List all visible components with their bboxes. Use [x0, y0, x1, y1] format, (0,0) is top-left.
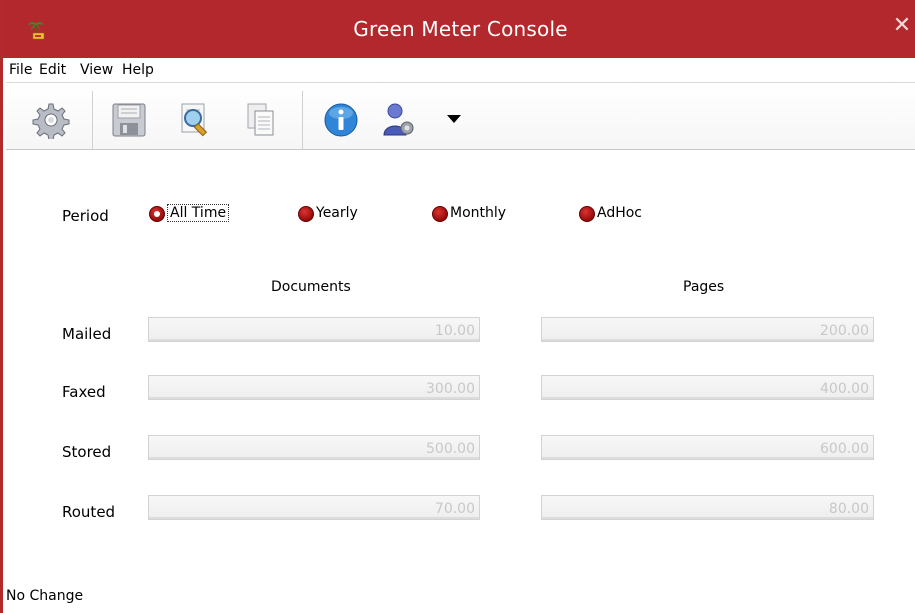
toolbar-separator [92, 91, 93, 149]
radio-icon [579, 206, 595, 222]
radio-selected-icon [149, 206, 165, 222]
radio-all-time-label: All Time [167, 204, 230, 222]
stored-pages-field: 600.00 [541, 435, 874, 460]
field-value: 400.00 [820, 381, 869, 397]
menu-view[interactable]: View [80, 62, 113, 78]
field-value: 200.00 [820, 323, 869, 339]
faxed-documents-field: 300.00 [148, 375, 480, 400]
toolbar [6, 83, 915, 150]
faxed-pages-field: 400.00 [541, 375, 874, 400]
radio-icon [298, 206, 314, 222]
pages-header: Pages [683, 279, 725, 295]
routed-pages-field: 80.00 [541, 495, 874, 520]
mailed-documents-field: 10.00 [148, 317, 480, 342]
title-bar[interactable]: Green Meter Console ✕ [3, 0, 915, 58]
field-value: 600.00 [820, 441, 869, 457]
field-value: 300.00 [426, 381, 475, 397]
radio-yearly-label: Yearly [316, 205, 358, 221]
routed-documents-field: 70.00 [148, 495, 480, 520]
field-value: 70.00 [434, 501, 475, 517]
row-label-faxed: Faxed [62, 383, 106, 401]
close-icon: ✕ [892, 13, 912, 38]
menu-edit[interactable]: Edit [39, 62, 66, 78]
menu-bar: File Edit View Help [6, 58, 915, 83]
field-value: 500.00 [426, 441, 475, 457]
stored-documents-field: 500.00 [148, 435, 480, 460]
period-label: Period [62, 207, 109, 225]
copy-pages-icon[interactable] [242, 101, 280, 139]
field-value: 10.00 [434, 323, 475, 339]
radio-adhoc-label: AdHoc [597, 205, 643, 221]
window-title: Green Meter Console [353, 17, 568, 41]
save-icon[interactable] [110, 101, 148, 139]
row-label-stored: Stored [62, 443, 112, 461]
status-text: No Change [6, 588, 84, 604]
radio-monthly-label: Monthly [450, 205, 507, 221]
menu-help[interactable]: Help [122, 62, 154, 78]
toolbar-separator [302, 91, 303, 149]
close-button[interactable]: ✕ [890, 14, 914, 38]
radio-icon [432, 206, 448, 222]
info-icon[interactable] [322, 101, 360, 139]
search-document-icon[interactable] [178, 101, 216, 139]
row-label-mailed: Mailed [62, 325, 112, 343]
app-window: Green Meter Console ✕ File Edit View Hel… [0, 0, 915, 613]
field-value: 80.00 [828, 501, 869, 517]
dropdown-arrow-icon[interactable] [446, 114, 462, 124]
user-settings-icon[interactable] [380, 101, 418, 139]
gear-icon[interactable] [32, 101, 70, 139]
documents-header: Documents [271, 279, 351, 295]
row-label-routed: Routed [62, 503, 116, 521]
mailed-pages-field: 200.00 [541, 317, 874, 342]
menu-file[interactable]: File [9, 62, 32, 78]
